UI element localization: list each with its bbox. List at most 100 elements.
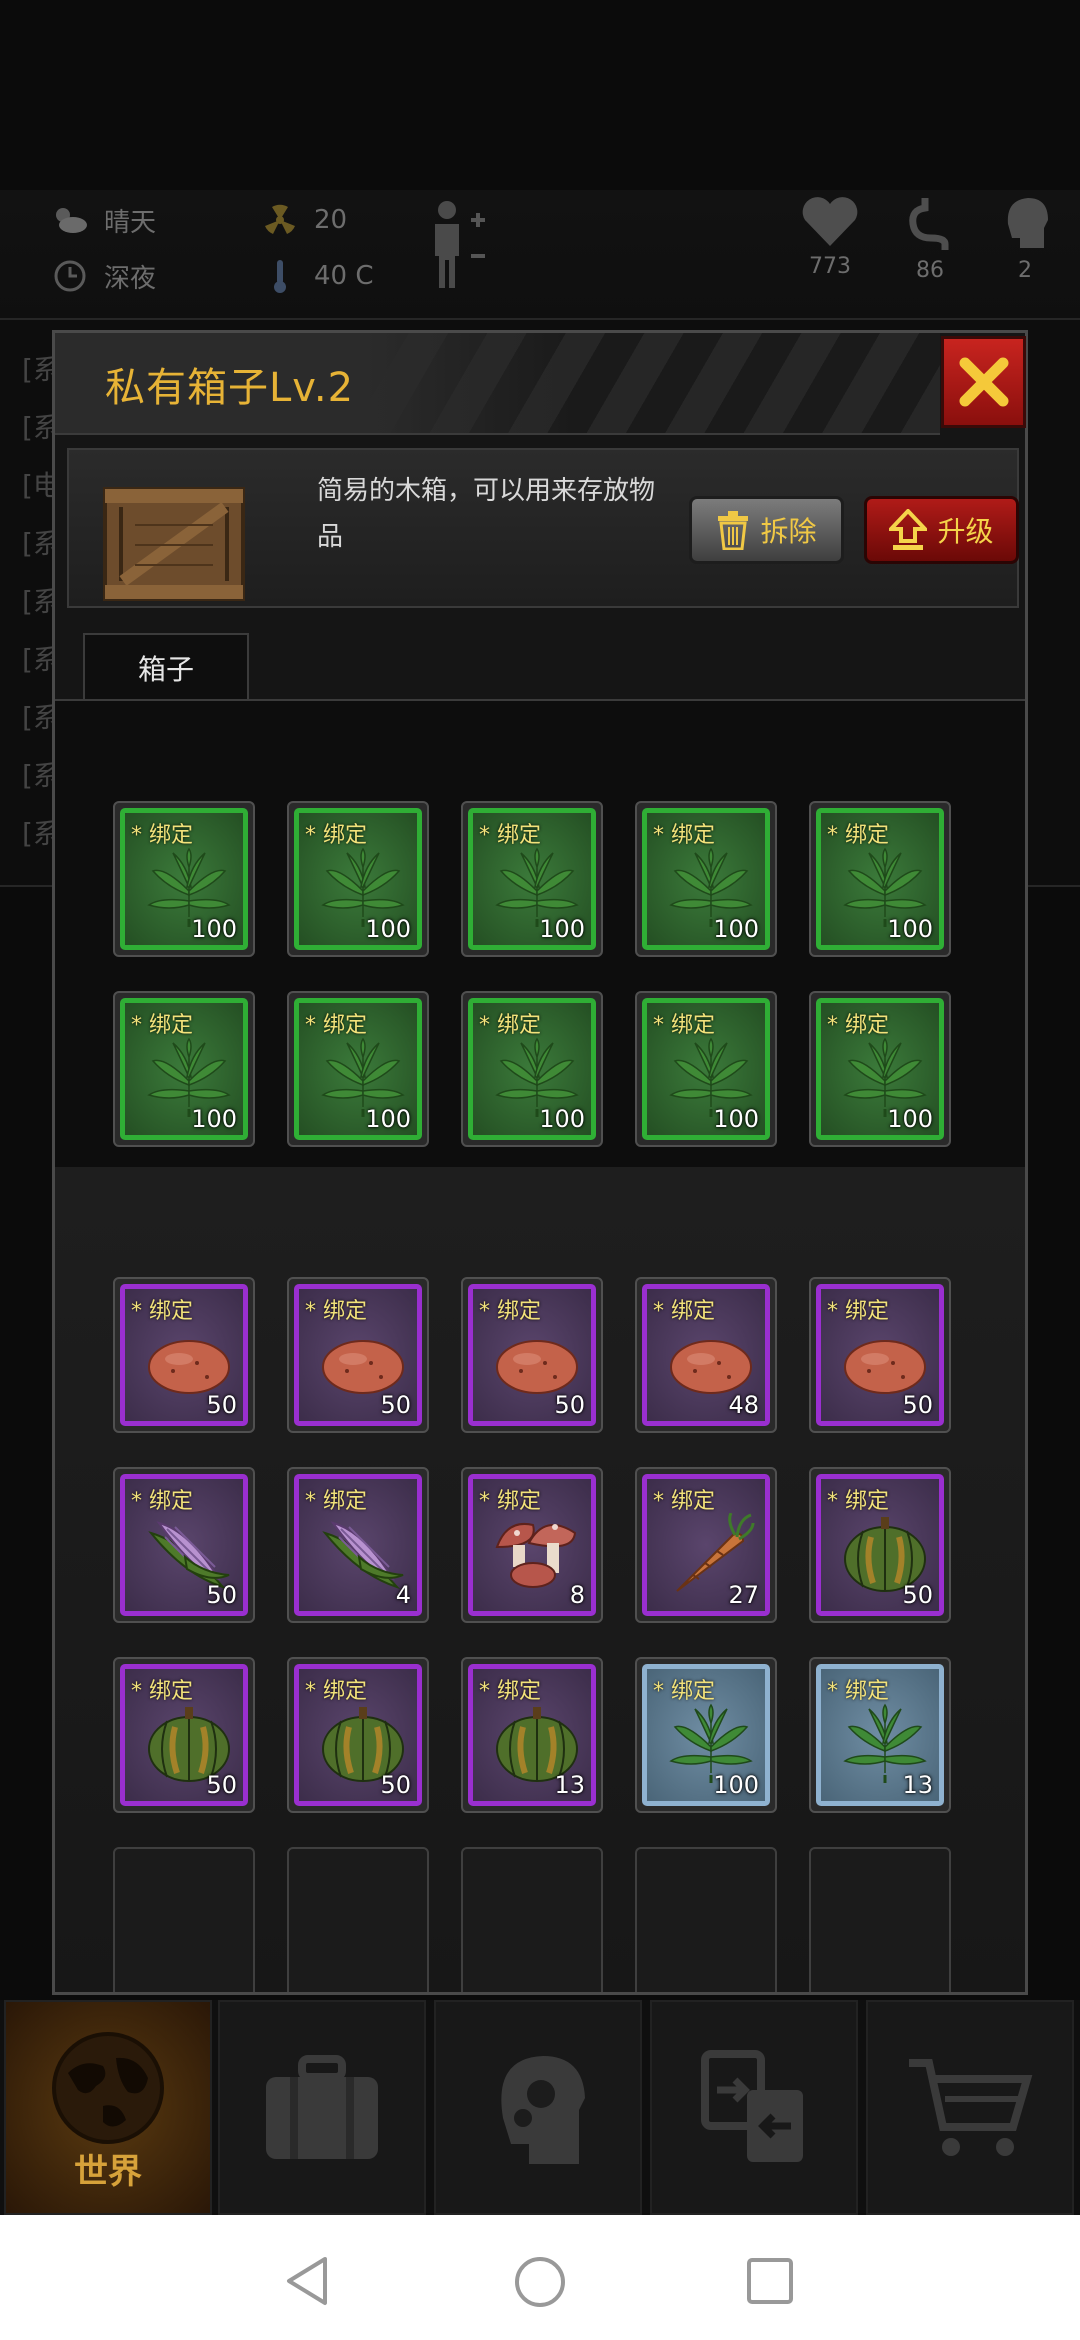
time-stat: 深夜 <box>50 256 156 296</box>
item-slot-frame: * 绑定 27 <box>642 1474 770 1616</box>
item-quantity: 100 <box>191 1105 237 1133</box>
bound-tag: * 绑定 <box>653 1299 715 1324</box>
item-slot-frame: * 绑定 100 <box>816 808 944 950</box>
item-slot-potato[interactable]: * 绑定 50 <box>287 1277 429 1433</box>
item-slot-corn[interactable]: * 绑定 4 <box>287 1467 429 1623</box>
item-quantity: 100 <box>887 1105 933 1133</box>
item-quantity: 50 <box>902 1581 933 1609</box>
bound-tag: * 绑定 <box>827 1013 889 1038</box>
item-slot-frame: * 绑定 50 <box>468 1284 596 1426</box>
nav-tab-trade[interactable] <box>650 2000 858 2215</box>
nav-tab-world[interactable]: 世界 <box>4 2000 212 2215</box>
empty-slot[interactable] <box>461 1847 603 1992</box>
empty-slot[interactable] <box>635 1847 777 1992</box>
weather-text: 晴天 <box>104 207 157 238</box>
close-button[interactable] <box>941 336 1026 428</box>
item-quantity: 50 <box>554 1391 585 1419</box>
box-info-panel: 简易的木箱，可以用来存放物品 拆除 升级 <box>67 448 1019 608</box>
bound-tag: * 绑定 <box>827 1679 889 1704</box>
empty-slot[interactable] <box>287 1847 429 1992</box>
item-slot-hemp[interactable]: * 绑定 13 <box>809 1657 951 1813</box>
item-slot-hemp[interactable]: * 绑定 100 <box>461 801 603 957</box>
nav-tab-inventory[interactable] <box>218 2000 426 2215</box>
tab-box[interactable]: 箱子 <box>83 633 249 701</box>
bound-tag: * 绑定 <box>653 823 715 848</box>
item-slot-hemp[interactable]: * 绑定 100 <box>635 1657 777 1813</box>
item-slot-pumpkin[interactable]: * 绑定 13 <box>461 1657 603 1813</box>
item-slot-hemp[interactable]: * 绑定 100 <box>461 991 603 1147</box>
item-slot-frame: * 绑定 8 <box>468 1474 596 1616</box>
item-slot-hemp[interactable]: * 绑定 100 <box>113 991 255 1147</box>
bound-tag: * 绑定 <box>305 1489 367 1514</box>
close-icon <box>959 357 1008 407</box>
item-quantity: 50 <box>380 1771 411 1799</box>
heart-icon <box>802 197 858 246</box>
upgrade-label: 升级 <box>937 515 994 548</box>
nav-tab-skills[interactable] <box>434 2000 642 2215</box>
bound-tag: * 绑定 <box>479 1299 541 1324</box>
item-slot-frame: * 绑定 100 <box>642 808 770 950</box>
item-slot-potato[interactable]: * 绑定 50 <box>113 1277 255 1433</box>
item-slot-frame: * 绑定 48 <box>642 1284 770 1426</box>
hunger-meter: 86 <box>895 194 965 283</box>
item-slot-frame: * 绑定 100 <box>468 998 596 1140</box>
radiation-text: 20 <box>314 205 348 235</box>
item-slot-corn[interactable]: * 绑定 50 <box>113 1467 255 1623</box>
item-slot-potato[interactable]: * 绑定 48 <box>635 1277 777 1433</box>
item-slot-hemp[interactable]: * 绑定 100 <box>809 991 951 1147</box>
recents-icon[interactable] <box>746 2257 794 2305</box>
item-quantity: 4 <box>395 1581 411 1609</box>
item-slot-hemp[interactable]: * 绑定 100 <box>113 801 255 957</box>
home-icon[interactable] <box>513 2255 567 2309</box>
mushroom-icon <box>493 1513 581 1595</box>
item-slot-pumpkin[interactable]: * 绑定 50 <box>287 1657 429 1813</box>
bound-tag: * 绑定 <box>827 1299 889 1324</box>
item-slot-frame: * 绑定 50 <box>120 1284 248 1426</box>
globe-icon <box>52 2031 164 2144</box>
item-slot-hemp[interactable]: * 绑定 100 <box>287 801 429 957</box>
inventory-grid: * 绑定 50 * 绑定 50 * 绑定 50 * 绑定 48 * 绑定 50 * 绑定 50 * 绑定… <box>55 1167 1025 1992</box>
temperature-stat: 40 C <box>260 256 374 296</box>
item-slot-carrot[interactable]: * 绑定 27 <box>635 1467 777 1623</box>
item-slot-frame: * 绑定 50 <box>294 1284 422 1426</box>
item-slot-hemp[interactable]: * 绑定 100 <box>809 801 951 957</box>
empty-slot[interactable] <box>113 1847 255 1992</box>
item-slot-frame: * 绑定 100 <box>120 998 248 1140</box>
item-slot-hemp[interactable]: * 绑定 100 <box>287 991 429 1147</box>
head-icon <box>1007 198 1048 248</box>
item-slot-mushroom[interactable]: * 绑定 8 <box>461 1467 603 1623</box>
item-quantity: 100 <box>713 1105 759 1133</box>
item-slot-frame: * 绑定 100 <box>294 808 422 950</box>
item-slot-pumpkin[interactable]: * 绑定 50 <box>113 1657 255 1813</box>
empty-slot[interactable] <box>809 1847 951 1992</box>
dismantle-button[interactable]: 拆除 <box>689 496 844 564</box>
bound-tag: * 绑定 <box>305 1299 367 1324</box>
item-slot-hemp[interactable]: * 绑定 100 <box>635 991 777 1147</box>
tab-box-label: 箱子 <box>137 653 194 686</box>
item-quantity: 50 <box>206 1771 237 1799</box>
body-status-icon[interactable] <box>425 198 495 294</box>
upgrade-arrow-icon <box>889 509 928 550</box>
bound-tag: * 绑定 <box>131 1489 193 1514</box>
item-slot-frame: * 绑定 100 <box>642 1664 770 1806</box>
item-quantity: 100 <box>365 915 411 943</box>
item-slot-hemp[interactable]: * 绑定 100 <box>635 801 777 957</box>
back-icon[interactable] <box>283 2255 331 2307</box>
system-nav-bar <box>0 2215 1080 2340</box>
upgrade-button[interactable]: 升级 <box>864 496 1019 564</box>
cloud-sun-icon <box>50 200 90 240</box>
bound-tag: * 绑定 <box>653 1679 715 1704</box>
status-bar: 晴天 深夜 20 40 C 773 86 2 <box>0 190 1080 320</box>
item-slot-potato[interactable]: * 绑定 50 <box>809 1277 951 1433</box>
bound-tag: * 绑定 <box>479 1489 541 1514</box>
nav-tab-shop[interactable] <box>866 2000 1074 2215</box>
transfer-icon <box>701 2049 803 2162</box>
hunger-value: 86 <box>916 258 944 283</box>
item-slot-frame: * 绑定 4 <box>294 1474 422 1616</box>
mind-meter: 2 <box>990 194 1060 283</box>
wooden-crate-icon <box>101 485 247 607</box>
item-slot-potato[interactable]: * 绑定 50 <box>461 1277 603 1433</box>
item-slot-pumpkin[interactable]: * 绑定 50 <box>809 1467 951 1623</box>
radiation-stat: 20 <box>260 200 347 240</box>
clock-icon <box>50 256 90 296</box>
